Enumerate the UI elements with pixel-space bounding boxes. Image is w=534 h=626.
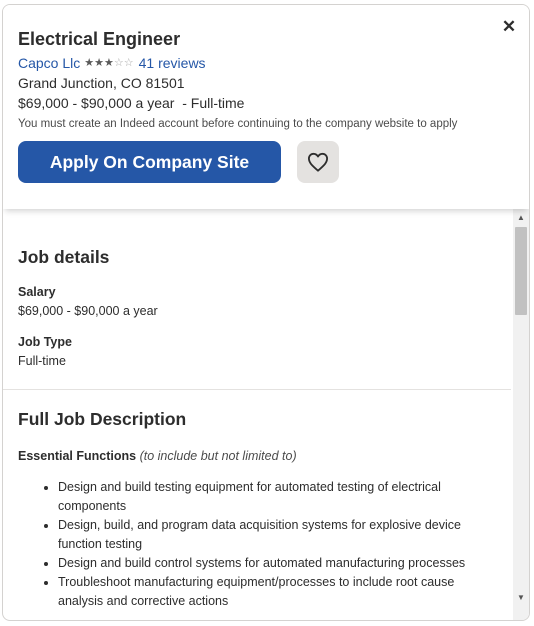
job-details-heading: Job details [18,247,110,267]
star-outline-icon: ☆ [113,57,124,69]
list-item: Design and build control systems for aut… [58,554,496,573]
salary-value: $69,000 - $90,000 a year [18,304,158,318]
essential-functions-note: (to include but not limited to) [139,449,297,463]
job-type-value: Full-time [18,354,66,368]
list-item: Troubleshoot manufacturing equipment/pro… [58,573,496,611]
star-icon: ★ [104,57,114,69]
save-job-button[interactable] [297,141,339,183]
company-link[interactable]: Capco Llc [18,55,80,71]
account-notice: You must create an Indeed account before… [18,118,458,130]
company-line: Capco Llc ★ ★ ★ ☆ ☆ 41 reviews [18,55,206,71]
essential-functions: Essential Functions (to include but not … [18,449,297,463]
star-icon: ★ [84,57,95,69]
job-location: Grand Junction, CO 81501 [18,75,185,91]
list-item: Design, build, and program data acquisit… [58,516,496,554]
star-icon: ★ [94,57,105,69]
salary-job-type: $69,000 - $90,000 a year - Full-time [18,95,245,111]
job-details-panel: ✕ Electrical Engineer Capco Llc ★ ★ ★ ☆ … [2,4,530,621]
section-divider [3,389,511,390]
apply-on-company-site-button[interactable]: Apply On Company Site [18,141,281,183]
full-description-heading: Full Job Description [18,409,187,429]
job-type-label: Job Type [18,335,72,349]
scroll-up-arrow-icon[interactable]: ▲ [513,211,529,225]
job-header: ✕ Electrical Engineer Capco Llc ★ ★ ★ ☆ … [3,5,529,209]
job-body[interactable]: Job details Salary $69,000 - $90,000 a y… [3,209,529,620]
scrollbar[interactable]: ▲ ▼ [513,209,529,620]
scrollbar-thumb[interactable] [515,227,527,315]
star-outline-icon: ☆ [123,57,134,69]
rating-stars: ★ ★ ★ ☆ ☆ [84,57,133,69]
heart-icon [307,152,328,172]
salary-label: Salary [18,285,56,299]
list-item: Design and build testing equipment for a… [58,478,496,516]
essential-functions-list: Design and build testing equipment for a… [18,478,496,611]
close-icon[interactable]: ✕ [500,18,518,36]
essential-functions-label: Essential Functions [18,449,137,463]
reviews-link[interactable]: 41 reviews [139,55,206,71]
scroll-down-arrow-icon[interactable]: ▼ [513,591,529,605]
job-title: Electrical Engineer [18,29,181,49]
